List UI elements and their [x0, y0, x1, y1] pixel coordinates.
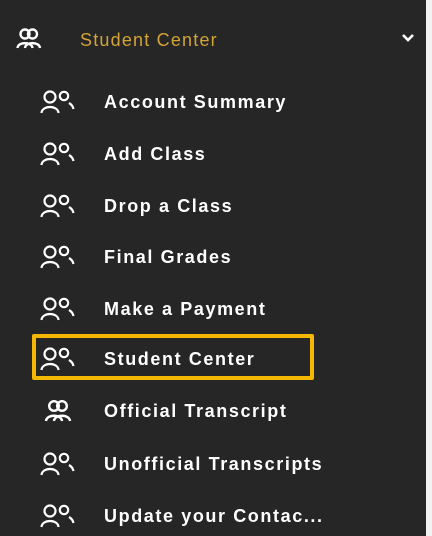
- menu-item-label: Final Grades: [104, 247, 233, 267]
- users-icon: [40, 142, 75, 166]
- student-center-section-header[interactable]: Student Center: [0, 14, 426, 66]
- users-icon: [40, 245, 75, 269]
- menu-item-final-grades[interactable]: Final Grades: [0, 231, 426, 283]
- user-group-icon: [16, 28, 42, 49]
- menu-item-add-class[interactable]: Add Class: [0, 128, 426, 180]
- sidebar-menu: Student Center Account Summary Add Class: [0, 0, 432, 536]
- right-edge-divider: [426, 0, 432, 536]
- users-icon: [40, 194, 75, 218]
- user-group-icon: [44, 399, 72, 422]
- menu-item-drop-a-class[interactable]: Drop a Class: [0, 180, 426, 232]
- menu-item-make-a-payment[interactable]: Make a Payment: [0, 283, 426, 335]
- menu-item-update-your-contact[interactable]: Update your Contac...: [0, 490, 426, 536]
- users-icon: [40, 90, 75, 114]
- section-header-label: Student Center: [80, 30, 218, 50]
- users-icon: [40, 297, 75, 321]
- menu-item-label: Unofficial Transcripts: [104, 454, 324, 474]
- users-icon: [40, 504, 75, 528]
- menu-item-account-summary[interactable]: Account Summary: [0, 76, 426, 128]
- users-icon: [40, 452, 75, 476]
- menu-item-label: Update your Contac...: [104, 506, 324, 526]
- menu-item-label: Drop a Class: [104, 196, 234, 216]
- menu-item-label: Official Transcript: [104, 401, 288, 421]
- menu-item-official-transcript[interactable]: Official Transcript: [0, 385, 426, 437]
- menu-item-label: Account Summary: [104, 92, 288, 112]
- menu-item-label: Make a Payment: [104, 299, 267, 319]
- menu-item-label: Student Center: [104, 349, 256, 369]
- menu-item-label: Add Class: [104, 144, 207, 164]
- menu-item-student-center[interactable]: Student Center: [0, 333, 426, 385]
- menu-item-unofficial-transcripts[interactable]: Unofficial Transcripts: [0, 438, 426, 490]
- users-icon: [40, 347, 75, 371]
- chevron-down-icon[interactable]: [400, 32, 416, 44]
